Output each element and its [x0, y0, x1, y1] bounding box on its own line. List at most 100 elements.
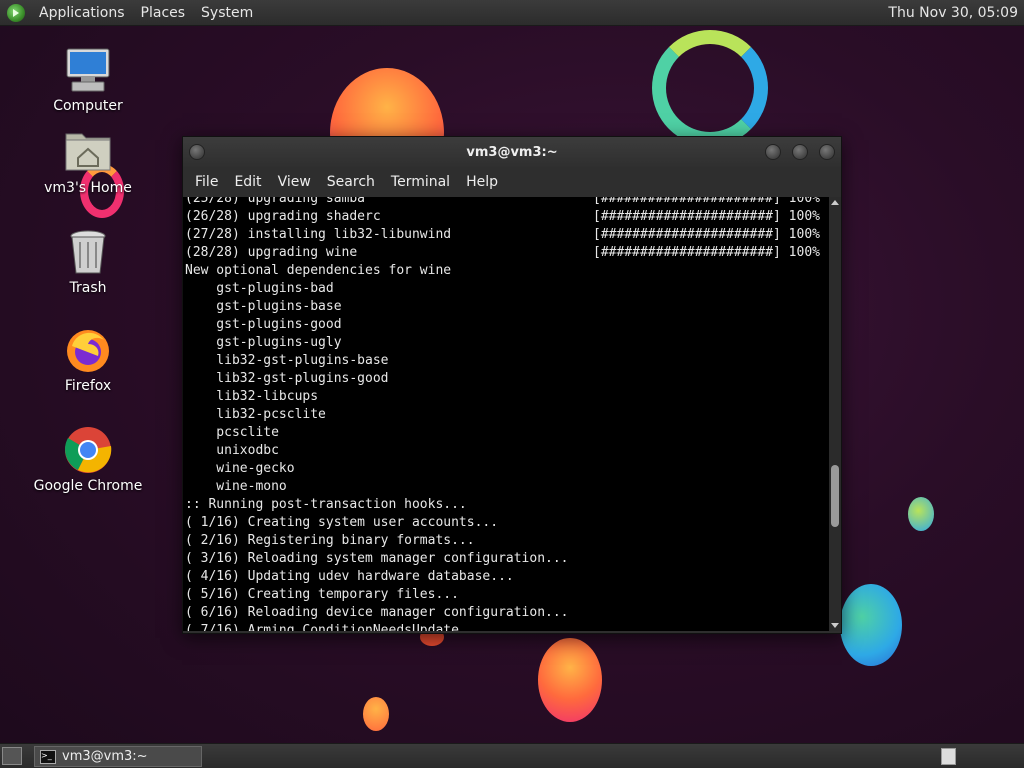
terminal-menubar: File Edit View Search Terminal Help: [183, 167, 841, 197]
desktop-icon-label: Computer: [53, 98, 123, 114]
menu-edit[interactable]: Edit: [226, 174, 269, 190]
terminal-line: gst-plugins-base: [183, 298, 829, 316]
scrollbar-thumb[interactable]: [831, 465, 839, 527]
terminal-line-text: gst-plugins-base: [185, 299, 342, 314]
progress-bar-text: [######################] 100%: [593, 209, 820, 224]
desktop-icon-trash[interactable]: Trash: [33, 228, 143, 296]
terminal-line: pcsclite: [183, 424, 829, 442]
show-desktop-icon[interactable]: [2, 747, 22, 765]
firefox-icon: [64, 326, 112, 374]
terminal-line-text: gst-plugins-good: [185, 317, 342, 332]
terminal-line-text: ( 2/16) Registering binary formats...: [185, 533, 475, 548]
menu-terminal[interactable]: Terminal: [383, 174, 458, 190]
terminal-line: wine-mono: [183, 478, 829, 496]
terminal-line: ( 4/16) Updating udev hardware database.…: [183, 568, 829, 586]
desktop-icon-label: Google Chrome: [33, 478, 143, 494]
window-menu-button[interactable]: [189, 144, 205, 160]
terminal-line: wine-gecko: [183, 460, 829, 478]
terminal-line-text: ( 5/16) Creating temporary files...: [185, 587, 459, 602]
terminal-line-text: ( 4/16) Updating udev hardware database.…: [185, 569, 514, 584]
terminal-line-text: lib32-gst-plugins-base: [185, 353, 389, 368]
terminal-line-text: pcsclite: [185, 425, 279, 440]
menu-file[interactable]: File: [187, 174, 226, 190]
chrome-icon: [64, 426, 112, 474]
terminal-icon: >_: [40, 749, 56, 764]
wallpaper-blob: [363, 697, 389, 731]
terminal-line-text: lib32-pcsclite: [185, 407, 326, 422]
terminal-line-text: New optional dependencies for wine: [185, 263, 452, 278]
terminal-line: (28/28) upgrading wine [#################…: [183, 244, 829, 262]
distro-logo-icon[interactable]: [7, 3, 25, 22]
computer-icon: [64, 46, 112, 94]
maximize-button[interactable]: [792, 144, 808, 160]
clock[interactable]: Thu Nov 30, 05:09: [888, 5, 1024, 21]
terminal-line: New optional dependencies for wine: [183, 262, 829, 280]
workspace-switcher[interactable]: [941, 748, 956, 765]
home-folder-icon: [64, 128, 112, 176]
terminal-line: lib32-pcsclite: [183, 406, 829, 424]
terminal-line-text: ( 6/16) Reloading device manager configu…: [185, 605, 569, 620]
menu-system[interactable]: System: [193, 5, 261, 21]
terminal-line-text: ( 3/16) Reloading system manager configu…: [185, 551, 569, 566]
menu-search[interactable]: Search: [319, 174, 383, 190]
terminal-output[interactable]: (25/28) upgrading samba [################…: [183, 197, 829, 631]
terminal-line: lib32-gst-plugins-good: [183, 370, 829, 388]
terminal-line: ( 7/16) Arming ConditionNeedsUpdate...: [183, 622, 829, 631]
wallpaper-blob: [908, 497, 934, 531]
terminal-line-text: lib32-libcups: [185, 389, 319, 404]
wallpaper-blob: [538, 638, 602, 722]
terminal-line: gst-plugins-ugly: [183, 334, 829, 352]
terminal-line-text: (25/28) upgrading samba: [185, 197, 366, 206]
terminal-line: :: Running post-transaction hooks...: [183, 496, 829, 514]
terminal-scrollbar[interactable]: [829, 197, 841, 631]
trash-icon: [64, 228, 112, 276]
desktop-icon-firefox[interactable]: Firefox: [33, 326, 143, 394]
terminal-line: ( 2/16) Registering binary formats...: [183, 532, 829, 550]
desktop-icon-label: vm3's Home: [44, 180, 132, 196]
terminal-line: lib32-gst-plugins-base: [183, 352, 829, 370]
terminal-line: (27/28) installing lib32-libunwind [#####…: [183, 226, 829, 244]
menu-help[interactable]: Help: [458, 174, 506, 190]
desktop-icon-chrome[interactable]: Google Chrome: [33, 426, 143, 494]
desktop-icon-computer[interactable]: Computer: [33, 46, 143, 114]
terminal-line-text: :: Running post-transaction hooks...: [185, 497, 467, 512]
terminal-line-text: ( 1/16) Creating system user accounts...: [185, 515, 499, 530]
terminal-line: ( 1/16) Creating system user accounts...: [183, 514, 829, 532]
minimize-button[interactable]: [765, 144, 781, 160]
terminal-line: ( 6/16) Reloading device manager configu…: [183, 604, 829, 622]
menu-view[interactable]: View: [270, 174, 319, 190]
terminal-window[interactable]: vm3@vm3:~ File Edit View Search Terminal…: [182, 136, 842, 634]
scroll-down-arrow-icon[interactable]: [831, 623, 839, 628]
terminal-line-text: (28/28) upgrading wine: [185, 245, 358, 260]
terminal-line-text: wine-gecko: [185, 461, 295, 476]
close-button[interactable]: [819, 144, 835, 160]
wallpaper-ring: [652, 30, 768, 146]
scroll-up-arrow-icon[interactable]: [831, 200, 839, 205]
terminal-line-text: gst-plugins-bad: [185, 281, 334, 296]
terminal-line-text: wine-mono: [185, 479, 287, 494]
terminal-line: ( 3/16) Reloading system manager configu…: [183, 550, 829, 568]
terminal-line: lib32-libcups: [183, 388, 829, 406]
menu-places[interactable]: Places: [133, 5, 194, 21]
progress-bar-text: [######################] 100%: [593, 245, 820, 260]
menu-applications[interactable]: Applications: [31, 5, 133, 21]
terminal-line: (25/28) upgrading samba [################…: [183, 197, 829, 208]
progress-bar-text: [######################] 100%: [593, 197, 820, 206]
terminal-line: gst-plugins-bad: [183, 280, 829, 298]
terminal-line: gst-plugins-good: [183, 316, 829, 334]
terminal-line-text: (27/28) installing lib32-libunwind: [185, 227, 452, 242]
top-panel: Applications Places System Thu Nov 30, 0…: [0, 0, 1024, 26]
wallpaper-blob: [840, 584, 902, 666]
desktop-icon-home[interactable]: vm3's Home: [33, 128, 143, 196]
terminal-line-text: (26/28) upgrading shaderc: [185, 209, 381, 224]
desktop-icon-label: Trash: [69, 280, 107, 296]
taskbar-item-terminal[interactable]: >_ vm3@vm3:~: [34, 746, 202, 767]
window-titlebar[interactable]: vm3@vm3:~: [183, 137, 841, 167]
terminal-line: unixodbc: [183, 442, 829, 460]
terminal-line-text: gst-plugins-ugly: [185, 335, 342, 350]
terminal-line-text: ( 7/16) Arming ConditionNeedsUpdate...: [185, 623, 483, 631]
terminal-line: (26/28) upgrading shaderc [##############…: [183, 208, 829, 226]
taskbar-item-label: vm3@vm3:~: [62, 749, 148, 764]
terminal-line-text: unixodbc: [185, 443, 279, 458]
progress-bar-text: [######################] 100%: [593, 227, 820, 242]
